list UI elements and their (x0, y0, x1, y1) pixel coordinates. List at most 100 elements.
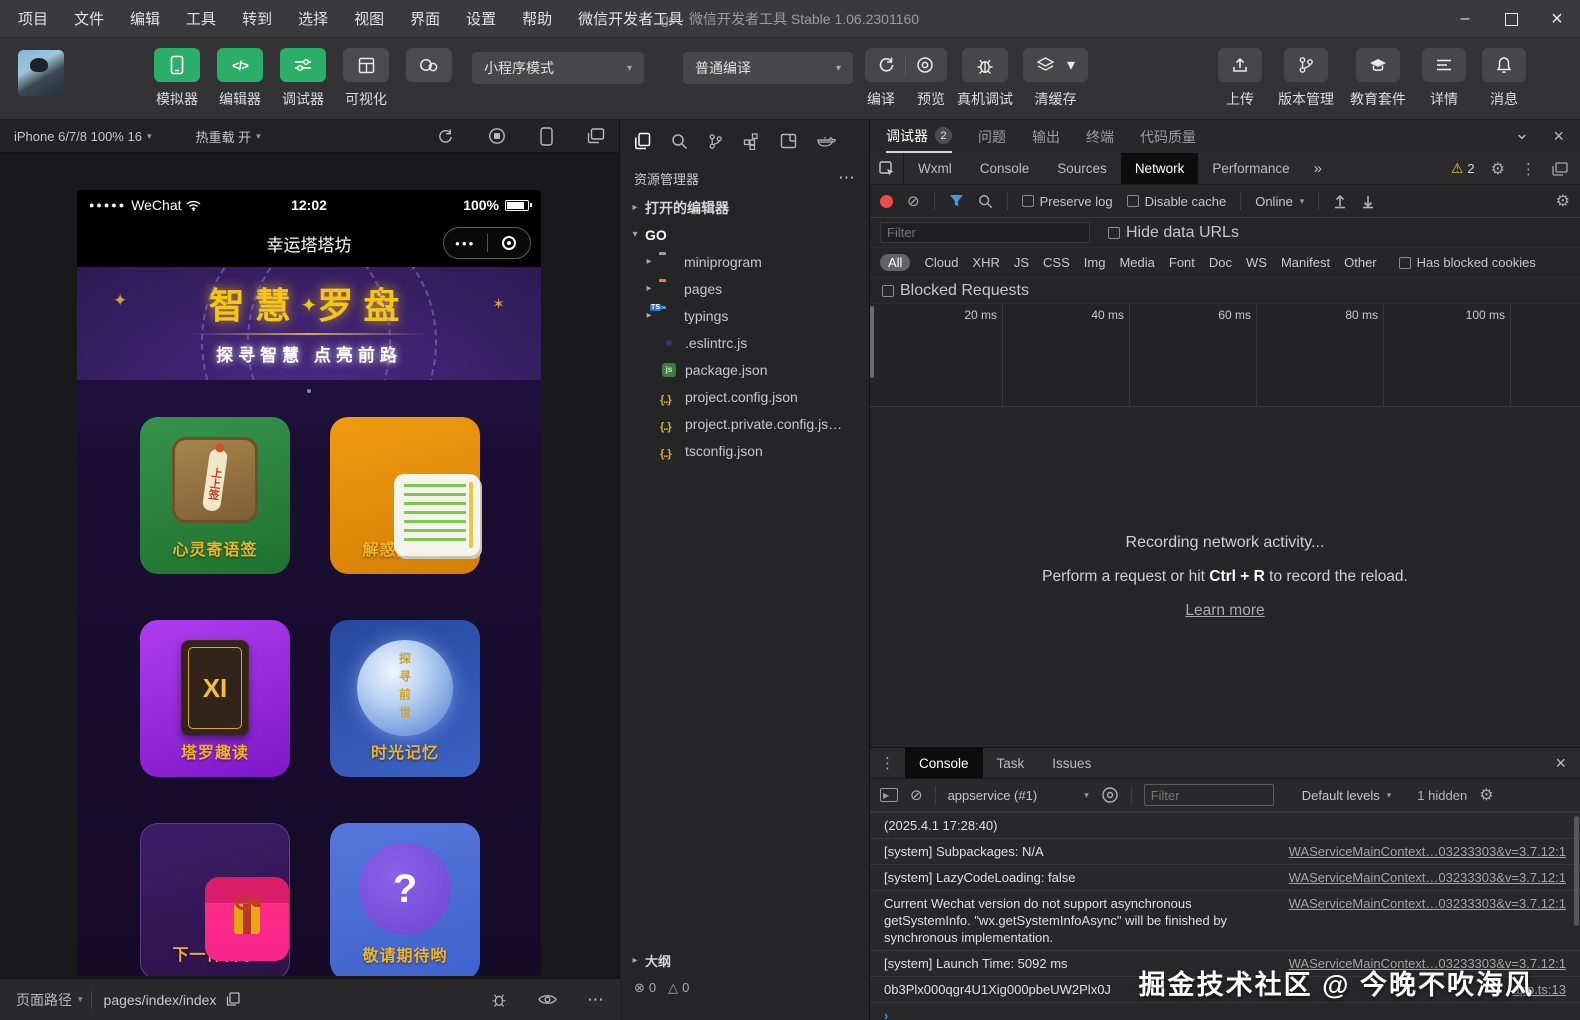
clear-cache-button[interactable]: 清缓存 (1023, 48, 1089, 109)
console-filter-input[interactable] (1143, 784, 1274, 806)
compile-button[interactable]: 编译 预览 (865, 48, 947, 109)
menu-view[interactable]: 视图 (354, 8, 384, 29)
tab-debugger[interactable]: 调试器 2 (886, 120, 952, 153)
console-tab-task[interactable]: Task (983, 748, 1039, 778)
tree-item-eslintrc[interactable]: .eslintrc.js (620, 329, 869, 356)
card-tarot[interactable]: XI 塔罗趣读 (140, 620, 290, 777)
card-fortune-stick[interactable]: 上上签 心灵寄语签 (140, 417, 290, 574)
throttling-select[interactable]: Online (1255, 194, 1304, 209)
type-filter-font[interactable]: Font (1169, 255, 1195, 270)
disable-cache-checkbox[interactable]: Disable cache (1126, 194, 1226, 209)
warning-counter[interactable]: 2 (1451, 160, 1474, 177)
extensions-icon[interactable] (743, 132, 760, 150)
tree-item-miniprogram[interactable]: miniprogram (620, 248, 869, 275)
upload-button[interactable]: 上传 (1218, 48, 1262, 109)
user-avatar[interactable] (18, 50, 64, 96)
log-source-link[interactable]: WAServiceMainContext…03233303&v=3.7.12:1 (1289, 895, 1566, 912)
education-kit-button[interactable]: 教育套件 (1350, 48, 1406, 109)
menu-goto[interactable]: 转到 (242, 8, 272, 29)
tree-item-pages[interactable]: pages (620, 275, 869, 302)
docker-icon[interactable] (817, 134, 836, 149)
phone-frame-icon[interactable] (540, 126, 553, 146)
compile-mode-select[interactable]: 普通编译 (683, 52, 853, 84)
console-tab-console[interactable]: Console (905, 748, 983, 778)
refresh-icon[interactable] (437, 128, 454, 145)
stop-icon[interactable] (488, 127, 506, 145)
eye-icon[interactable] (538, 993, 557, 1006)
files-icon[interactable] (634, 132, 651, 150)
project-root[interactable]: GO (620, 221, 869, 248)
menu-edit[interactable]: 编辑 (130, 8, 160, 29)
remote-debug-button[interactable]: 真机调试 (957, 48, 1013, 109)
copy-icon[interactable] (226, 992, 241, 1007)
scrollbar-thumb[interactable] (870, 306, 874, 378)
devtools-tab-wxml[interactable]: Wxml (904, 153, 966, 184)
editor-layout-icon[interactable] (780, 133, 797, 149)
collapse-panel-icon[interactable] (1514, 126, 1529, 147)
console-settings-icon[interactable] (1479, 785, 1493, 805)
type-filter-media[interactable]: Media (1119, 255, 1154, 270)
dock-side-icon[interactable] (1552, 161, 1568, 176)
devtools-tab-performance[interactable]: Performance (1198, 153, 1303, 184)
log-levels-select[interactable]: Default levels (1302, 788, 1392, 803)
close-miniprogram-button[interactable] (488, 236, 531, 250)
record-button[interactable] (880, 194, 893, 208)
hot-reload-select[interactable]: 热重载 开 (195, 127, 260, 146)
multi-window-icon[interactable] (587, 128, 605, 144)
messages-button[interactable]: 消息 (1482, 48, 1526, 109)
devtools-tab-console[interactable]: Console (966, 153, 1044, 184)
log-source-link[interactable]: WAServiceMainContext…03233303&v=3.7.12:1 (1289, 843, 1566, 860)
network-timeline[interactable]: 20 ms 40 ms 60 ms 80 ms 100 ms (870, 304, 1580, 407)
type-filter-css[interactable]: CSS (1043, 255, 1070, 270)
menu-help[interactable]: 帮助 (522, 8, 552, 29)
eye-icon[interactable] (1101, 786, 1119, 804)
preview-eye-icon[interactable] (916, 56, 934, 74)
type-filter-doc[interactable]: Doc (1209, 255, 1232, 270)
type-filter-img[interactable]: Img (1084, 255, 1106, 270)
close-button[interactable] (1534, 0, 1580, 38)
menu-file[interactable]: 文件 (74, 8, 104, 29)
learn-more-link[interactable]: Learn more (1185, 602, 1264, 620)
open-editors-section[interactable]: 打开的编辑器 (620, 194, 869, 221)
menu-interface[interactable]: 界面 (410, 8, 440, 29)
type-filter-ws[interactable]: WS (1246, 255, 1267, 270)
blocked-requests-checkbox[interactable]: Blocked Requests (882, 282, 1029, 300)
cloud-dev-button[interactable] (402, 48, 456, 109)
tree-item-project-config[interactable]: project.config.json (620, 383, 869, 410)
type-filter-all[interactable]: All (880, 254, 911, 271)
card-next-joy[interactable]: 下一件喜事 (140, 823, 290, 976)
log-source-link[interactable]: WAServiceMainContext…03233303&v=3.7.12:1 (1289, 869, 1566, 886)
search-icon[interactable] (671, 133, 688, 150)
type-filter-manifest[interactable]: Manifest (1281, 255, 1330, 270)
devtools-settings-icon[interactable] (1491, 159, 1505, 179)
card-guide-book[interactable]: 解惑指南书 (330, 417, 480, 574)
tree-item-package-json[interactable]: js package.json (620, 356, 869, 383)
filter-funnel-icon[interactable] (949, 194, 964, 208)
visualization-toggle-button[interactable]: 可视化 (339, 48, 393, 109)
devtools-tab-network[interactable]: Network (1120, 153, 1199, 184)
git-branch-icon[interactable] (708, 133, 723, 150)
page-path-label[interactable]: 页面路径 (16, 990, 72, 1010)
export-har-icon[interactable] (1361, 194, 1375, 209)
card-coming-soon[interactable]: ? 敬请期待哟 (330, 823, 480, 976)
tree-item-typings[interactable]: TS typings (620, 302, 869, 329)
has-blocked-cookies-checkbox[interactable]: Has blocked cookies (1398, 255, 1536, 270)
devtools-tab-sources[interactable]: Sources (1043, 153, 1121, 184)
type-filter-other[interactable]: Other (1344, 255, 1377, 270)
menu-devtools[interactable]: 微信开发者工具 (578, 8, 683, 29)
network-settings-icon[interactable] (1556, 191, 1570, 211)
card-time-memory[interactable]: 探寻前世 时光记忆 (330, 620, 480, 777)
search-icon[interactable] (978, 194, 993, 209)
hide-data-urls-checkbox[interactable]: Hide data URLs (1108, 224, 1239, 242)
console-tab-issues[interactable]: Issues (1038, 748, 1105, 778)
simulator-toggle-button[interactable]: 模拟器 (150, 48, 204, 109)
more-actions-icon[interactable] (838, 168, 855, 188)
more-options-icon[interactable] (587, 990, 604, 1010)
tab-code-quality[interactable]: 代码质量 (1140, 120, 1196, 153)
tree-item-tsconfig[interactable]: tsconfig.json (620, 437, 869, 464)
editor-toggle-button[interactable]: </> 编辑器 (213, 48, 267, 109)
inspect-element-button[interactable] (870, 153, 904, 184)
menu-tools[interactable]: 工具 (186, 8, 216, 29)
bug-icon[interactable] (490, 991, 508, 1008)
tab-problems[interactable]: 问题 (978, 120, 1006, 153)
